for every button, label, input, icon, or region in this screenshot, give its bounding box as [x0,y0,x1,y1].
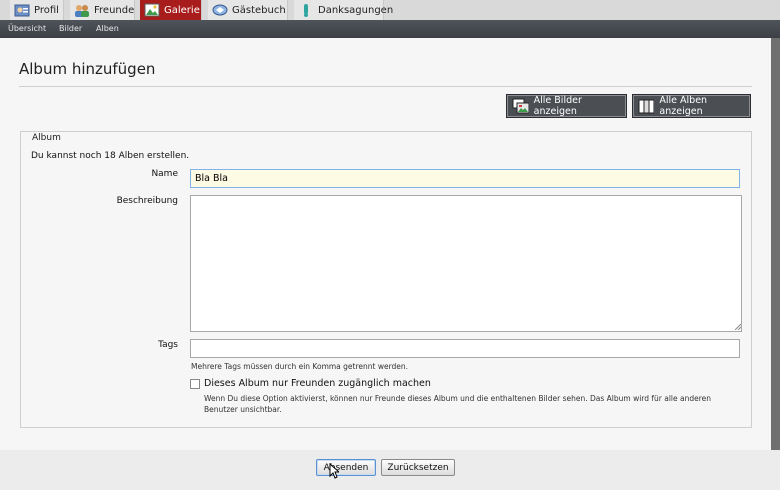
subnav-alben[interactable]: Alben [96,24,119,33]
guestbook-icon [212,3,228,17]
mouse-cursor-icon [329,463,339,479]
subnav-uebersicht[interactable]: Übersicht [8,24,46,33]
submit-button[interactable]: Absenden [316,459,376,476]
tab-danksagungen[interactable]: Danksagungen [294,0,393,20]
scrollbar-track[interactable] [771,38,780,450]
description-label: Beschreibung [116,196,178,206]
tab-bar: Profil Freunde Galerie Gästebuch Danksag… [0,0,780,20]
name-input[interactable] [190,169,740,188]
gallery-icon [144,3,160,17]
tab-label: Profil [34,4,59,16]
tags-label: Tags [158,340,178,350]
reset-button[interactable]: Zurücksetzen [381,459,455,476]
albums-icon [638,99,655,114]
show-all-images-label: Alle Bilder anzeigen [533,95,582,117]
resize-grip-icon[interactable] [735,324,741,330]
show-all-albums-label: Alle Alben anzeigen [659,95,708,117]
tab-label: Galerie [164,4,200,16]
show-all-albums-button[interactable]: Alle Alben anzeigen [632,94,751,118]
images-icon [512,98,529,114]
remaining-albums-info: Du kannst noch 18 Alben erstellen. [31,151,190,161]
friends-only-checkbox[interactable] [190,379,200,389]
page-title: Album hinzufügen [19,60,156,78]
profile-icon [14,3,30,17]
tags-input[interactable] [190,339,740,358]
tags-hint: Mehrere Tags müssen durch ein Komma getr… [191,362,409,371]
tab-gaestebuch[interactable]: Gästebuch [208,0,288,20]
description-textarea[interactable] [190,195,742,332]
tab-label: Danksagungen [318,4,394,16]
footer-strip [0,484,780,490]
tab-label: Freunde [94,4,135,16]
tab-label: Gästebuch [232,4,286,16]
friends-only-label[interactable]: Dieses Album nur Freunden zugänglich mac… [204,378,431,389]
subnav-bilder[interactable]: Bilder [59,24,82,33]
name-label: Name [151,169,178,179]
thanks-icon [298,3,314,17]
album-legend: Album [30,133,63,143]
friends-icon [74,3,90,17]
tab-profil[interactable]: Profil [10,0,64,20]
title-divider [19,86,752,87]
show-all-images-button[interactable]: Alle Bilder anzeigen [506,94,627,118]
friends-only-description: Wenn Du diese Option aktivierst, können … [204,394,712,414]
sub-navigation: Übersicht Bilder Alben [0,20,780,38]
tab-galerie[interactable]: Galerie [140,0,202,20]
tab-freunde[interactable]: Freunde [70,0,135,20]
